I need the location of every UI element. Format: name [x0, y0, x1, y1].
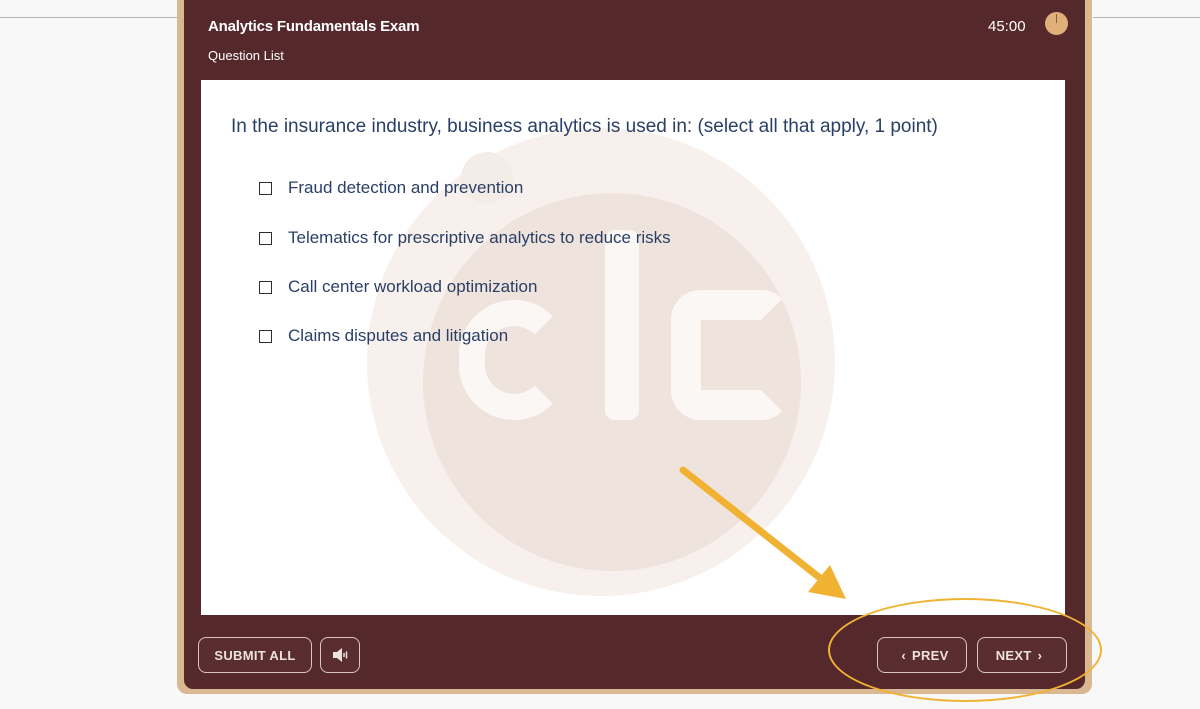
- option-2[interactable]: Telematics for prescriptive analytics to…: [259, 228, 671, 248]
- option-label: Call center workload optimization: [288, 277, 538, 296]
- logo-watermark-e: [459, 300, 569, 420]
- checkbox[interactable]: [259, 280, 272, 294]
- option-label: Claims disputes and litigation: [288, 326, 509, 345]
- question-list-link[interactable]: Question List: [208, 48, 284, 63]
- submit-all-button[interactable]: SUBMIT ALL: [198, 637, 312, 673]
- timer-text: 45:00: [988, 18, 1026, 35]
- option-label: Fraud detection and prevention: [288, 178, 524, 197]
- chevron-right-icon: ›: [1037, 647, 1043, 663]
- prev-label: PREV: [912, 647, 949, 663]
- audio-button[interactable]: [320, 637, 360, 673]
- logo-watermark-c: [671, 290, 791, 420]
- option-1[interactable]: Fraud detection and prevention: [259, 178, 523, 198]
- option-4[interactable]: Claims disputes and litigation: [259, 326, 508, 346]
- chevron-left-icon: ‹: [901, 647, 907, 663]
- submit-all-label: SUBMIT ALL: [214, 647, 296, 663]
- checkbox[interactable]: [259, 231, 272, 245]
- option-label: Telematics for prescriptive analytics to…: [288, 228, 671, 247]
- timer-icon: [1045, 12, 1068, 35]
- exam-title: Analytics Fundamentals Exam: [208, 18, 420, 35]
- question-text: In the insurance industry, business anal…: [231, 116, 938, 137]
- checkbox[interactable]: [259, 329, 272, 343]
- question-panel: In the insurance industry, business anal…: [201, 80, 1065, 615]
- option-3[interactable]: Call center workload optimization: [259, 277, 537, 297]
- next-label: NEXT: [995, 647, 1032, 663]
- divider-line-left: [0, 17, 178, 18]
- logo-watermark-l: [605, 230, 639, 420]
- divider-line-right: [1093, 17, 1200, 18]
- next-button[interactable]: NEXT ›: [977, 637, 1067, 673]
- checkbox[interactable]: [259, 181, 272, 195]
- prev-button[interactable]: ‹ PREV: [877, 637, 967, 673]
- speaker-icon: [333, 648, 348, 662]
